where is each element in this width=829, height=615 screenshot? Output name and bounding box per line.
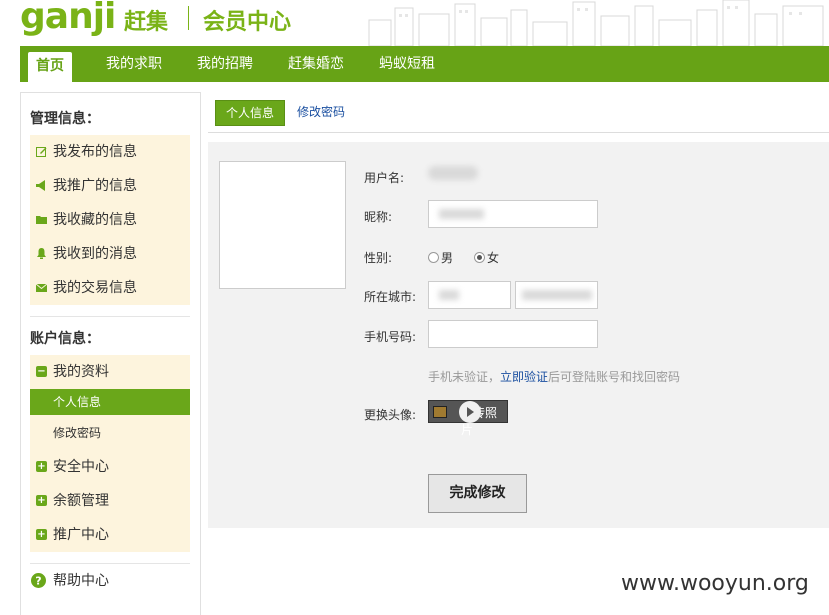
sidebar: 管理信息： 我发布的信息 我推广的信息 我收藏的信息 我收到的消息 我的交易信息… [20, 92, 201, 615]
nav-my-recruit[interactable]: 我的招聘 [197, 46, 253, 82]
nav-short-rent[interactable]: 蚂蚁短租 [379, 46, 435, 82]
sidebar-item-my-profile[interactable]: − 我的资料 [30, 355, 190, 389]
phone-label: 手机号码: [364, 330, 417, 344]
help-icon: ? [31, 573, 46, 588]
phone-input[interactable] [428, 320, 598, 348]
main-nav: 首页 我的求职 我的招聘 赶集婚恋 蚂蚁短租 [20, 46, 829, 82]
profile-tabs: 个人信息 修改密码 [208, 92, 829, 133]
nav-my-jobs[interactable]: 我的求职 [106, 46, 162, 82]
expand-icon: + [36, 461, 47, 472]
sidebar-item-trades[interactable]: 我的交易信息 [30, 271, 190, 305]
radio-icon [428, 252, 439, 263]
account-group: − 我的资料 个人信息 修改密码 + 安全中心 + 余额管理 + 推广中心 [30, 355, 190, 552]
ganji-logo[interactable]: ganji [20, 0, 116, 37]
logo-divider [188, 6, 189, 30]
city-skyline-illustration [359, 0, 829, 46]
mail-icon [36, 283, 47, 292]
city-label: 所在城市: [364, 290, 417, 304]
nav-marriage[interactable]: 赶集婚恋 [288, 46, 344, 82]
nickname-label: 昵称: [364, 210, 393, 224]
sidebar-item-security[interactable]: + 安全中心 [30, 450, 190, 484]
sidebar-item-personal-info[interactable]: 个人信息 [30, 389, 190, 415]
gender-label: 性别: [364, 251, 393, 265]
city-select[interactable] [515, 281, 598, 309]
sidebar-item-balance[interactable]: + 余额管理 [30, 484, 190, 518]
sidebar-item-promotion[interactable]: + 推广中心 [30, 518, 190, 552]
submit-button[interactable]: 完成修改 [428, 474, 527, 513]
expand-icon: + [36, 495, 47, 506]
gender-radio-female[interactable]: 女 [474, 249, 499, 266]
sidebar-item-my-posts[interactable]: 我发布的信息 [30, 135, 190, 169]
manage-section-title: 管理信息： [30, 111, 100, 127]
folder-icon [36, 216, 47, 224]
sidebar-item-messages[interactable]: 我收到的消息 [30, 237, 190, 271]
bell-icon [37, 248, 46, 259]
avatar-preview [219, 161, 346, 289]
sidebar-item-change-password[interactable]: 修改密码 [30, 420, 190, 446]
svg-text:?: ? [35, 575, 41, 588]
upload-photo-button[interactable]: 上传照片 [428, 400, 508, 437]
manage-group: 我发布的信息 我推广的信息 我收藏的信息 我收到的消息 我的交易信息 [30, 135, 190, 305]
username-value-blurred [428, 166, 478, 180]
collapse-icon: − [36, 366, 47, 377]
site-header: ganji 赶集 会员中心 [0, 0, 829, 46]
nickname-field[interactable] [428, 200, 598, 228]
username-label: 用户名: [364, 171, 405, 185]
phone-verify-hint: 手机未验证，立即验证后可登陆账号和找回密码 [428, 370, 681, 384]
profile-form-panel: 用户名: 昵称: 性别: 男 女 所在城市: 手机号码: 手机未验证，立即验证后… [208, 142, 829, 528]
sidebar-divider [30, 316, 190, 317]
verify-now-link[interactable]: 立即验证 [500, 370, 548, 384]
gender-radio-male[interactable]: 男 [428, 249, 453, 266]
ganji-logo-cn: 赶集 [124, 10, 169, 35]
province-select[interactable] [428, 281, 511, 309]
edit-icon [36, 147, 47, 157]
nav-home[interactable]: 首页 [28, 52, 72, 82]
avatar-label: 更换头像: [364, 408, 417, 422]
sidebar-item-favorites[interactable]: 我收藏的信息 [30, 203, 190, 237]
expand-icon: + [36, 529, 47, 540]
radio-checked-icon [474, 252, 485, 263]
photo-icon [433, 406, 447, 418]
sidebar-item-help[interactable]: ? 帮助中心 [30, 564, 190, 598]
watermark: www.wooyun.org [621, 571, 809, 596]
tab-personal-info[interactable]: 个人信息 [215, 100, 285, 126]
account-section-title: 账户信息： [30, 331, 100, 347]
megaphone-icon [36, 180, 45, 191]
page-title: 会员中心 [203, 10, 292, 35]
tab-change-password[interactable]: 修改密码 [297, 100, 345, 124]
sidebar-item-promoted[interactable]: 我推广的信息 [30, 169, 190, 203]
